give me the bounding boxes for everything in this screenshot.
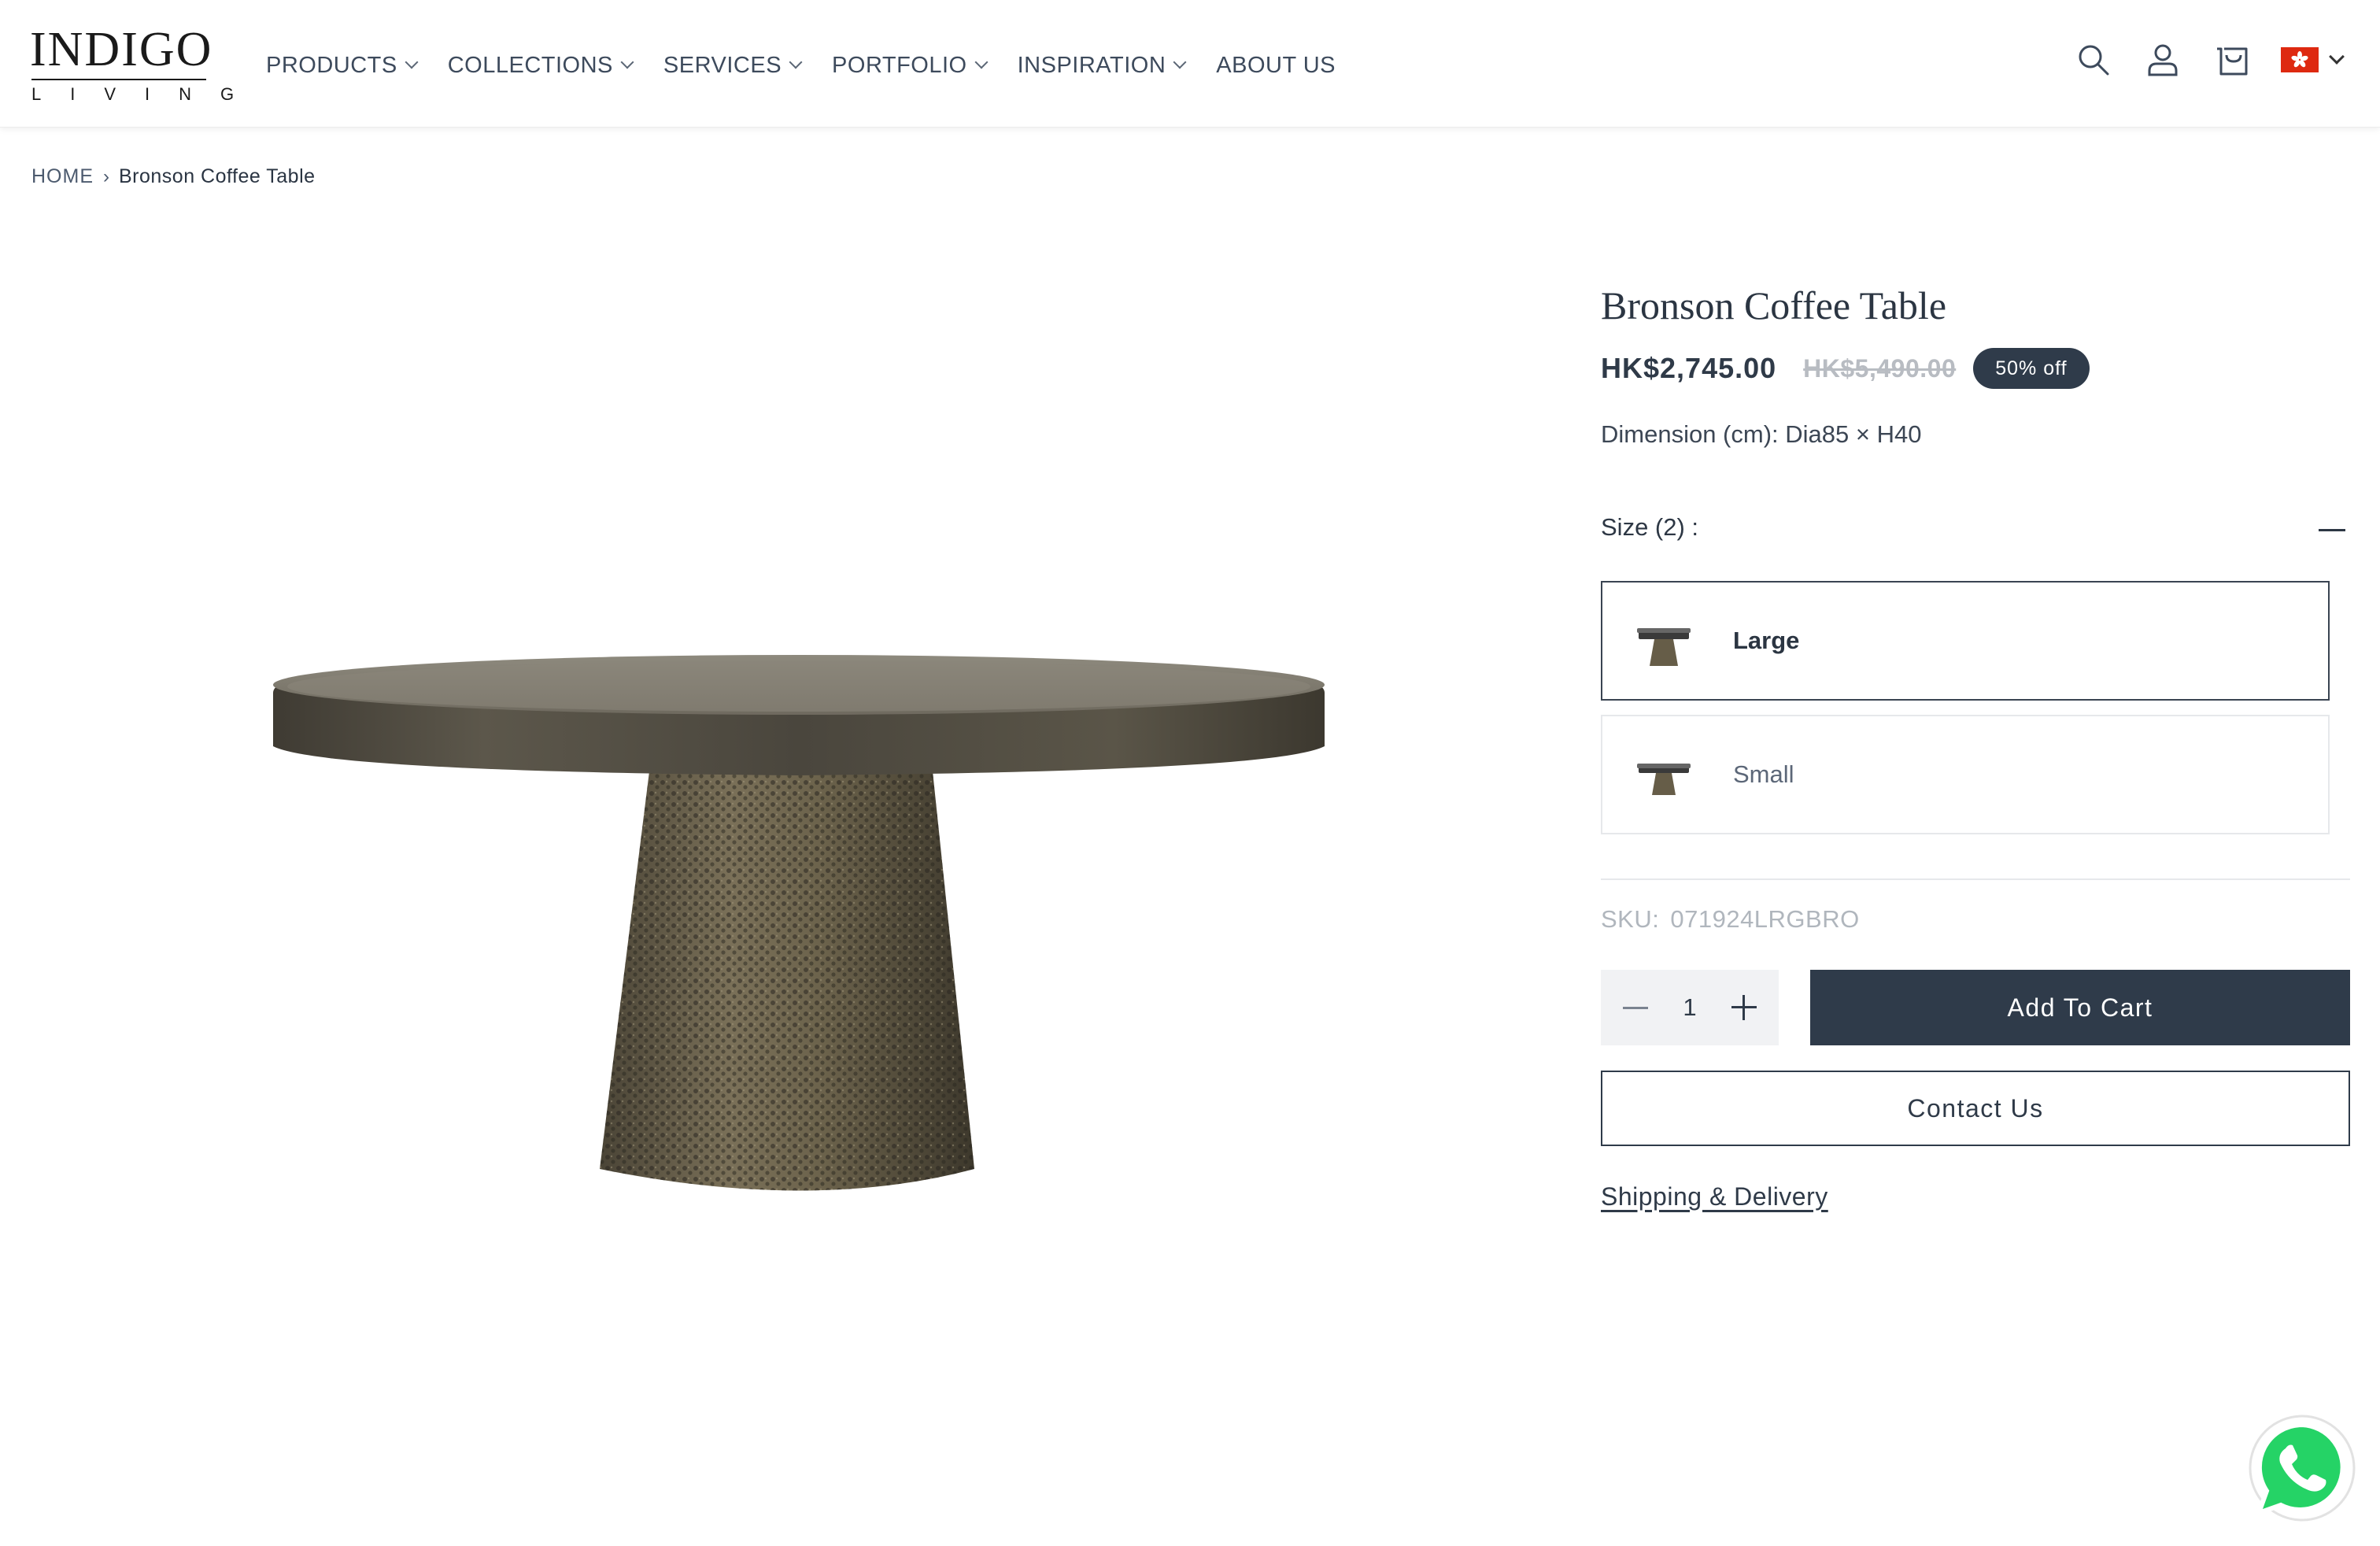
site-header: INDIGO LIVING PRODUCTS COLLECTIONS SERVI… bbox=[0, 0, 2380, 128]
contact-us-button[interactable]: Contact Us bbox=[1601, 1071, 2350, 1146]
nav-item-label: ABOUT US bbox=[1216, 52, 1336, 78]
sku-value: 071924LRGBRO bbox=[1670, 905, 1860, 933]
collapse-icon[interactable] bbox=[2319, 529, 2345, 531]
site-logo[interactable]: INDIGO LIVING bbox=[30, 22, 264, 107]
variant-label: Small bbox=[1733, 760, 1794, 788]
logo-wordmark: INDIGO bbox=[30, 23, 213, 76]
hong-kong-flag-icon bbox=[2281, 47, 2319, 72]
breadcrumb: HOME › Bronson Coffee Table bbox=[31, 165, 316, 188]
nav-item-products[interactable]: PRODUCTS bbox=[266, 52, 419, 79]
size-label: Size (2) : bbox=[1601, 513, 1699, 541]
product-info: Bronson Coffee Table HK$2,745.00 HK$5,49… bbox=[1601, 276, 2350, 1211]
chevron-right-icon: › bbox=[103, 165, 109, 187]
sku: SKU: 071924LRGBRO bbox=[1601, 902, 2350, 937]
nav-item-label: COLLECTIONS bbox=[447, 52, 613, 78]
account-icon bbox=[2148, 44, 2178, 76]
variant-label: Large bbox=[1733, 627, 1800, 654]
quantity-stepper: 1 bbox=[1601, 970, 1779, 1045]
logo-rule bbox=[31, 79, 206, 80]
increase-quantity-button[interactable] bbox=[1731, 995, 1757, 1020]
chevron-down-icon bbox=[1173, 55, 1187, 69]
country-selector[interactable] bbox=[2281, 47, 2345, 72]
add-to-cart-button[interactable]: Add To Cart bbox=[1810, 970, 2350, 1045]
nav-item-label: PRODUCTS bbox=[266, 52, 397, 78]
breadcrumb-home-link[interactable]: HOME bbox=[31, 165, 94, 188]
nav-item-label: SERVICES bbox=[663, 52, 782, 78]
chevron-down-icon bbox=[789, 55, 803, 69]
chevron-down-icon bbox=[2329, 49, 2345, 65]
logo-subtitle: LIVING bbox=[31, 84, 264, 104]
search-button[interactable] bbox=[2070, 36, 2117, 83]
main-nav: PRODUCTS COLLECTIONS SERVICES PORTFOLIO … bbox=[266, 46, 1367, 85]
size-header: Size (2) : bbox=[1601, 513, 2350, 548]
nav-item-portfolio[interactable]: PORTFOLIO bbox=[832, 52, 989, 79]
nav-item-label: PORTFOLIO bbox=[832, 52, 967, 78]
nav-item-inspiration[interactable]: INSPIRATION bbox=[1017, 52, 1187, 79]
discount-badge: 50% off bbox=[1973, 348, 2090, 389]
variant-thumbnail bbox=[1637, 628, 1691, 666]
cart-icon bbox=[2217, 47, 2248, 76]
compare-price: HK$5,490.00 bbox=[1803, 353, 1957, 383]
product-dimension: Dimension (cm): Dia85 × H40 bbox=[1601, 420, 1922, 448]
sku-label: SKU: bbox=[1601, 905, 1660, 933]
divider bbox=[1601, 878, 2350, 880]
product-title: Bronson Coffee Table bbox=[1601, 283, 1947, 327]
whatsapp-icon[interactable] bbox=[2248, 1414, 2356, 1522]
nav-item-label: INSPIRATION bbox=[1017, 52, 1166, 78]
cart-button[interactable] bbox=[2208, 36, 2256, 83]
quantity-value[interactable]: 1 bbox=[1683, 993, 1696, 1022]
breadcrumb-current: Bronson Coffee Table bbox=[119, 165, 316, 187]
decrease-quantity-button[interactable] bbox=[1623, 1006, 1648, 1009]
price-row: HK$2,745.00 HK$5,490.00 50% off bbox=[1601, 346, 2350, 390]
shipping-delivery-link[interactable]: Shipping & Delivery bbox=[1601, 1182, 1828, 1211]
product-image[interactable] bbox=[252, 614, 1346, 1244]
sale-price: HK$2,745.00 bbox=[1601, 352, 1777, 384]
nav-item-services[interactable]: SERVICES bbox=[663, 52, 803, 79]
nav-item-collections[interactable]: COLLECTIONS bbox=[447, 52, 634, 79]
chevron-down-icon bbox=[620, 55, 634, 69]
variant-option-small[interactable]: Small bbox=[1601, 715, 2330, 834]
variant-thumbnail bbox=[1637, 764, 1691, 795]
nav-item-about-us[interactable]: ABOUT US bbox=[1216, 53, 1336, 79]
search-icon bbox=[2079, 45, 2109, 76]
account-button[interactable] bbox=[2139, 36, 2186, 83]
cart-row: 1 Add To Cart bbox=[1601, 970, 2350, 1045]
chevron-down-icon bbox=[405, 55, 419, 69]
chevron-down-icon bbox=[974, 55, 989, 69]
header-actions bbox=[2048, 36, 2345, 83]
variant-option-large[interactable]: Large bbox=[1601, 581, 2330, 701]
